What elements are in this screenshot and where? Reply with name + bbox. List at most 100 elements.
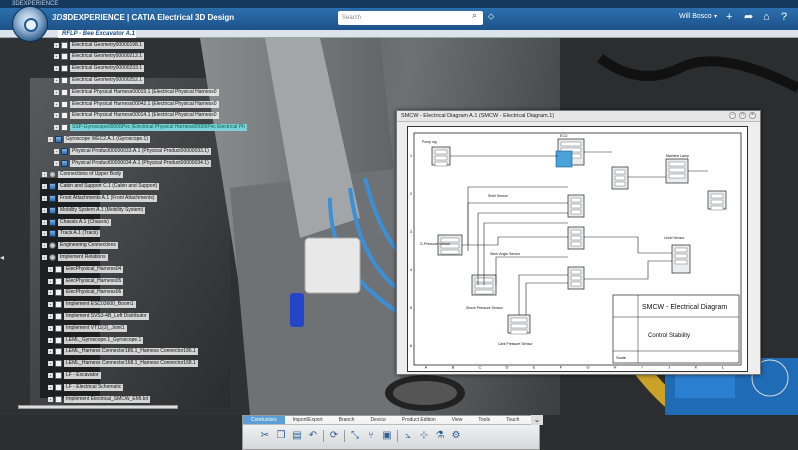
tree-item[interactable]: + Electrical Physical Harness00019.1 (Ele… xyxy=(54,88,219,96)
update-icon[interactable]: ⟳ xyxy=(328,430,340,442)
expand-toggle-icon[interactable]: + xyxy=(54,101,59,107)
maximize-icon[interactable]: □ xyxy=(739,112,746,119)
expand-toggle-icon[interactable]: + xyxy=(48,372,53,378)
expand-toggle-icon[interactable]: + xyxy=(48,278,53,284)
expand-toggle-icon[interactable]: + xyxy=(48,396,53,402)
expand-toggle-icon[interactable]: + xyxy=(48,302,53,308)
expand-toggle-icon[interactable]: + xyxy=(48,136,53,142)
close-icon[interactable]: × xyxy=(749,112,756,119)
paste-icon[interactable]: ▤ xyxy=(291,430,303,442)
3d-viewport[interactable]: + Electrical Geometry00000198.1 + Electrica… xyxy=(0,38,798,415)
chevron-down-icon[interactable]: ▾ xyxy=(714,13,717,20)
tree-item[interactable]: + Mobility System A.1 (Mobility System) xyxy=(42,206,146,214)
tree-item[interactable]: + ElecPhysical_Harness04 xyxy=(48,265,124,273)
undo-icon[interactable]: ↶ xyxy=(307,430,319,442)
share-icon[interactable]: ➦ xyxy=(744,10,753,24)
expand-toggle-icon[interactable]: + xyxy=(48,325,53,331)
settings-icon[interactable]: ⚙ xyxy=(450,430,462,442)
tree-item[interactable]: + Front Attachments A.1 (Front Attachment… xyxy=(42,194,157,202)
tree-item[interactable]: + Implement ESC03600_Boom1 xyxy=(48,301,136,309)
expand-toggle-icon[interactable]: + xyxy=(48,361,53,367)
minimize-icon[interactable]: – xyxy=(729,112,736,119)
branch-icon[interactable]: ⑂ xyxy=(365,430,377,442)
compass-tool-icon[interactable]: ⊹ xyxy=(418,430,430,442)
expand-toggle-icon[interactable]: + xyxy=(42,172,47,178)
tree-item[interactable]: + Electrical Geometry00000198.1 xyxy=(54,41,145,49)
expand-toggle-icon[interactable]: + xyxy=(54,125,59,131)
measure-icon[interactable]: ⦣ xyxy=(402,430,414,442)
expand-toggle-icon[interactable]: + xyxy=(42,231,47,237)
device-icon[interactable]: ▣ xyxy=(381,430,393,442)
expand-toggle-icon[interactable]: + xyxy=(54,66,59,72)
route-icon[interactable]: ⤡ xyxy=(349,430,361,442)
compass-icon[interactable] xyxy=(12,6,48,42)
tree-item[interactable]: + Implement SVS3-4B_Left Distributor xyxy=(48,312,149,320)
tree-item[interactable]: + Physical Product00000033.A.1 (Physical … xyxy=(54,147,211,155)
tree-item[interactable]: + Electrical Geometry00000233.1 xyxy=(54,65,145,73)
add-icon[interactable]: + xyxy=(726,10,732,24)
expand-toggle-icon[interactable]: + xyxy=(42,254,47,260)
tree-item[interactable]: + Electrical Geometry00000252.1 xyxy=(54,76,145,84)
action-tab[interactable]: Product Edition xyxy=(394,416,444,424)
horizontal-scrollbar[interactable] xyxy=(18,405,178,409)
expand-toggle-icon[interactable]: + xyxy=(42,207,47,213)
action-tab[interactable]: Device xyxy=(362,416,393,424)
expand-toggle-icon[interactable]: + xyxy=(48,337,53,343)
copy-icon[interactable]: ❐ xyxy=(275,430,287,442)
expand-toggle-icon[interactable]: + xyxy=(42,219,47,225)
action-tab[interactable]: Tools xyxy=(470,416,498,424)
expand-toggle-icon[interactable]: + xyxy=(48,266,53,272)
tree-item[interactable]: + Chassis A.1 (Chassis) xyxy=(42,218,111,226)
expand-toggle-icon[interactable]: + xyxy=(54,113,59,119)
expand-toggle-icon[interactable]: + xyxy=(48,384,53,390)
diagram-window[interactable]: SMCW - Electrical Diagram A.1 (SMCW - El… xyxy=(396,110,761,375)
tree-item[interactable]: + ElecPhysical_Harness06 xyxy=(48,289,124,297)
compass-center[interactable] xyxy=(24,18,38,32)
cut-icon[interactable]: ✂ xyxy=(259,430,271,442)
collapse-panel-icon[interactable]: ◂ xyxy=(0,253,7,263)
expand-toggle-icon[interactable]: + xyxy=(42,243,47,249)
tree-item[interactable]: + Implement Relations xyxy=(42,253,108,261)
tag-icon[interactable]: ⬦ xyxy=(488,11,494,22)
expand-toggle-icon[interactable]: + xyxy=(42,184,47,190)
action-tab[interactable]: View xyxy=(444,416,471,424)
user-name[interactable]: Will Bosco xyxy=(679,13,712,20)
expand-toggle-icon[interactable]: + xyxy=(54,148,59,154)
tree-item[interactable]: + Cabin and Support C.1 (Cabin and Suppor… xyxy=(42,183,160,191)
expand-toggle-icon[interactable]: + xyxy=(42,195,47,201)
search-icon[interactable]: ⌕ xyxy=(472,10,477,21)
tree-item[interactable]: + Physical Product00000034.A.1 (Physical … xyxy=(54,159,211,167)
action-tab[interactable]: Import/Export xyxy=(285,416,331,424)
action-tab[interactable]: Conductors xyxy=(243,416,285,424)
tree-item[interactable]: + LF - Excavator xyxy=(48,371,101,379)
home-icon[interactable]: ⌂ xyxy=(763,10,770,24)
tree-item[interactable]: + Gyroscope WEC2.A.1 (Gyroscope.1) xyxy=(48,135,150,143)
expand-toggle-icon[interactable]: + xyxy=(54,160,59,166)
tree-item[interactable]: + LEML_Harness Connector168.1_Harness Con… xyxy=(48,360,198,368)
more-tabs-button[interactable]: ⌄ xyxy=(531,415,543,425)
help-icon[interactable]: ? xyxy=(781,10,787,24)
expand-toggle-icon[interactable]: + xyxy=(48,313,53,319)
tree-item[interactable]: + Track A.1 (Track) xyxy=(42,230,100,238)
tree-item[interactable]: + ElecPhysical_Harness05 xyxy=(48,277,124,285)
tree-item[interactable]: + Electrical Physical Harness00042.1 (Ele… xyxy=(54,100,219,108)
tab-rflp[interactable]: RFLP - Bee Excavator A.1 xyxy=(58,30,136,38)
tree-item[interactable]: + LEML_Harness Connector186.1_Harness Con… xyxy=(48,348,198,356)
action-tab[interactable]: Branch xyxy=(331,416,363,424)
tree-item[interactable]: + Implement Electrical_SMCW_EMI.bit xyxy=(48,395,150,403)
expand-toggle-icon[interactable]: + xyxy=(54,42,59,48)
tree-item[interactable]: + Electrical Geometry00000212.1 xyxy=(54,53,145,61)
tree-item[interactable]: + LF - Electrical Schematic xyxy=(48,383,124,391)
tree-item[interactable]: + LEML_Gyroscope.1_Gyroscope.1 xyxy=(48,336,144,344)
tree-item[interactable]: + Connections of Upper Body xyxy=(42,171,124,179)
expand-toggle-icon[interactable]: + xyxy=(48,349,53,355)
expand-toggle-icon[interactable]: + xyxy=(54,89,59,95)
tree-item[interactable]: + Implement VT11(2)_Joint1 xyxy=(48,324,127,332)
tree-item[interactable]: + Electrical Physical Harness00014.1 (Ele… xyxy=(54,112,219,120)
tree-item[interactable]: + Engineering Connections xyxy=(42,242,118,250)
tree-item[interactable]: + SSP-Gyroscope00005Pvc (Electrical Physi… xyxy=(54,124,247,132)
action-tab[interactable]: Touch xyxy=(498,416,527,424)
expand-toggle-icon[interactable]: + xyxy=(48,290,53,296)
expand-toggle-icon[interactable]: + xyxy=(54,77,59,83)
analysis-icon[interactable]: ⚗ xyxy=(434,430,446,442)
